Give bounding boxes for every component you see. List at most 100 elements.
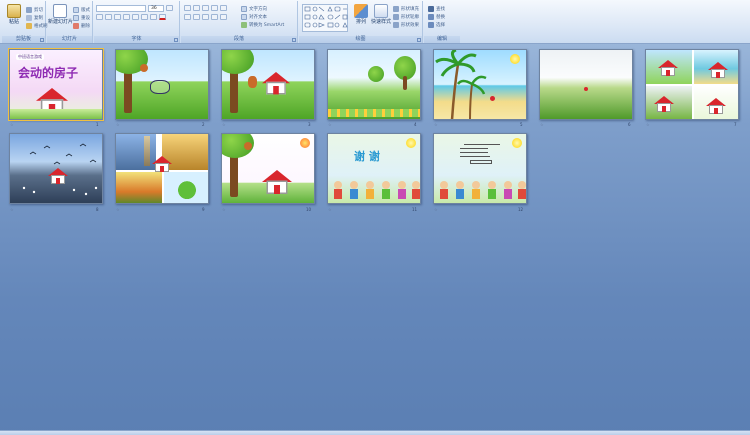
animation-star-icon[interactable]: ☆ bbox=[328, 122, 332, 127]
binoculars-icon bbox=[428, 5, 434, 12]
slide-thumbnail-8[interactable] bbox=[9, 133, 103, 204]
new-slide-button[interactable]: 新建幻灯片 bbox=[48, 4, 73, 25]
slide-number-1: 1 bbox=[96, 122, 99, 127]
small-figure bbox=[490, 96, 495, 101]
palm-trees-picture bbox=[435, 50, 487, 119]
copy-icon bbox=[26, 14, 32, 21]
paragraph-group: 文字方向 对齐文本 转换为 SmartArt 段落 bbox=[181, 1, 298, 43]
editing-group: 查找 替换 选择 编辑 bbox=[424, 1, 460, 43]
animation-star-icon[interactable]: ☆ bbox=[646, 122, 650, 127]
slide-thumbnail-12[interactable] bbox=[433, 133, 527, 204]
slide-thumbnail-7[interactable] bbox=[645, 49, 739, 120]
align-text-button[interactable]: 对齐文本 bbox=[241, 13, 267, 20]
slide-1-title: 会动的房子 bbox=[18, 66, 79, 80]
animation-star-icon[interactable]: ☆ bbox=[10, 207, 14, 212]
shape-outline-button[interactable]: 形状轮廓 bbox=[393, 13, 419, 20]
animation-star-icon[interactable]: ☆ bbox=[222, 207, 226, 212]
animation-star-icon[interactable]: ☆ bbox=[434, 122, 438, 127]
slide-thumbnail-3[interactable] bbox=[221, 49, 315, 120]
layout-button[interactable]: 版式 bbox=[73, 6, 90, 13]
drawing-launcher-icon[interactable] bbox=[417, 38, 421, 42]
sun-picture bbox=[300, 138, 310, 148]
animation-star-icon[interactable]: ☆ bbox=[540, 122, 544, 127]
paste-button[interactable]: 粘贴 bbox=[3, 4, 25, 25]
shapes-gallery[interactable] bbox=[302, 4, 348, 32]
numbering-icon[interactable] bbox=[193, 5, 200, 11]
format-painter-button[interactable]: 格式刷 bbox=[26, 22, 48, 29]
delete-slide-button[interactable]: 删除 bbox=[73, 22, 90, 29]
italic-icon[interactable] bbox=[105, 14, 112, 20]
font-color-icon[interactable] bbox=[159, 14, 166, 20]
animation-star-icon[interactable]: ☆ bbox=[434, 207, 438, 212]
font-name-input[interactable] bbox=[96, 5, 146, 12]
replace-button[interactable]: 替换 bbox=[428, 13, 445, 20]
clipboard-launcher-icon[interactable] bbox=[40, 38, 44, 42]
find-button[interactable]: 查找 bbox=[428, 5, 445, 12]
animation-star-icon[interactable]: ☆ bbox=[222, 122, 226, 127]
paragraph-launcher-icon[interactable] bbox=[292, 38, 296, 42]
font-size-input[interactable]: 36 bbox=[148, 5, 164, 12]
char-spacing-icon[interactable] bbox=[141, 14, 148, 20]
increase-indent-icon[interactable] bbox=[211, 5, 218, 11]
quick-styles-icon bbox=[374, 4, 388, 18]
animation-star-icon[interactable]: ☆ bbox=[116, 122, 120, 127]
shapes-icon bbox=[304, 6, 348, 28]
tree-picture bbox=[222, 50, 254, 74]
copy-button[interactable]: 复制 bbox=[26, 14, 43, 21]
slide-number-7: 7 bbox=[734, 122, 737, 127]
paint-bucket-icon bbox=[393, 5, 399, 12]
brush-icon bbox=[26, 22, 32, 29]
squirrel-picture bbox=[140, 64, 148, 72]
sun-picture bbox=[406, 138, 416, 148]
animation-star-icon[interactable]: ☆ bbox=[328, 207, 332, 212]
children-picture bbox=[334, 181, 420, 199]
slide-number-3: 3 bbox=[308, 122, 311, 127]
align-center-icon[interactable] bbox=[193, 14, 200, 20]
animation-star-icon[interactable]: ☆ bbox=[116, 207, 120, 212]
quick-styles-button[interactable]: 快速样式 bbox=[369, 4, 393, 25]
select-button[interactable]: 选择 bbox=[428, 21, 445, 28]
shape-effects-button[interactable]: 形状效果 bbox=[393, 21, 419, 28]
reset-icon bbox=[73, 14, 79, 21]
align-right-icon[interactable] bbox=[202, 14, 209, 20]
grow-font-icon[interactable] bbox=[166, 5, 173, 11]
strikethrough-icon[interactable] bbox=[123, 14, 130, 20]
drawing-group: 排列 快速样式 形状填充 形状轮廓 形状效果 绘图 bbox=[299, 1, 423, 43]
status-bar bbox=[0, 430, 750, 435]
justify-icon[interactable] bbox=[211, 14, 218, 20]
smartart-button[interactable]: 转换为 SmartArt bbox=[241, 21, 284, 28]
font-launcher-icon[interactable] bbox=[174, 38, 178, 42]
text-direction-button[interactable]: 文字方向 bbox=[241, 5, 267, 12]
bullets-icon[interactable] bbox=[184, 5, 191, 11]
shape-fill-button[interactable]: 形状填充 bbox=[393, 5, 419, 12]
cut-button[interactable]: 剪切 bbox=[26, 6, 43, 13]
slide-thumbnail-4[interactable] bbox=[327, 49, 421, 120]
decrease-indent-icon[interactable] bbox=[202, 5, 209, 11]
slide-11-title: 谢 谢 bbox=[354, 150, 380, 163]
columns-icon[interactable] bbox=[220, 14, 227, 20]
slide-thumbnail-11[interactable]: 谢 谢 bbox=[327, 133, 421, 204]
bold-icon[interactable] bbox=[96, 14, 103, 20]
slide-thumbnail-5[interactable] bbox=[433, 49, 527, 120]
shadow-icon[interactable] bbox=[132, 14, 139, 20]
slide-number-12: 12 bbox=[518, 207, 524, 212]
slide-thumbnail-9[interactable] bbox=[115, 133, 209, 204]
slide-thumbnail-1[interactable]: 中班语言游戏 会动的房子 bbox=[8, 48, 104, 121]
align-left-icon[interactable] bbox=[184, 14, 191, 20]
slide-number-11: 11 bbox=[412, 207, 418, 212]
outline-shape bbox=[150, 80, 170, 94]
line-spacing-icon[interactable] bbox=[220, 5, 227, 11]
animation-star-icon[interactable]: ☆ bbox=[10, 122, 14, 127]
pen-icon bbox=[393, 13, 399, 20]
underline-icon[interactable] bbox=[114, 14, 121, 20]
ribbon: 粘贴 剪切 复制 格式刷 剪贴板 新建幻灯片 版式 重设 删除 幻灯片 36 字… bbox=[0, 0, 750, 44]
slide-1-banner: 中班语言游戏 bbox=[16, 54, 44, 60]
slide-thumbnail-2[interactable] bbox=[115, 49, 209, 120]
slide-thumbnail-6[interactable] bbox=[539, 49, 633, 120]
slide-thumbnail-10[interactable] bbox=[221, 133, 315, 204]
pagoda-picture bbox=[144, 136, 150, 166]
replace-icon bbox=[428, 13, 434, 20]
text-direction-icon bbox=[241, 5, 247, 12]
reset-button[interactable]: 重设 bbox=[73, 14, 90, 21]
change-case-icon[interactable] bbox=[150, 14, 157, 20]
